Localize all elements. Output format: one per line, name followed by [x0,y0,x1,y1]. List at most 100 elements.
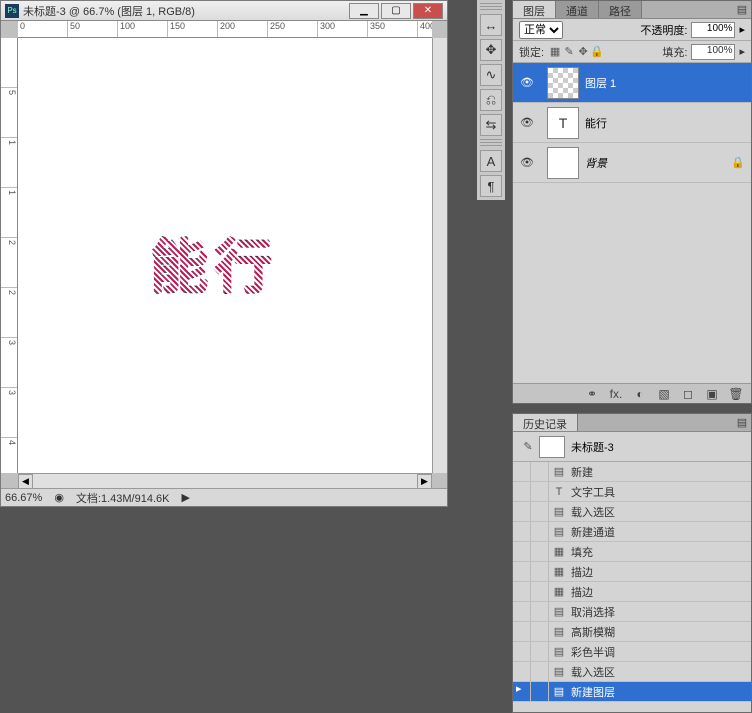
history-mark [513,502,531,521]
layers-footer-button[interactable]: ◻ [679,386,697,402]
layer-name[interactable]: 能行 [585,115,731,131]
fill-input[interactable]: 100% [691,44,735,60]
layers-footer-button[interactable]: ▧ [655,386,673,402]
history-step[interactable]: ▤新建通道 [513,522,751,542]
history-step-col [531,682,549,701]
lock-option-icon[interactable]: ✥ [576,45,590,58]
dock-tool-4[interactable]: ⎌ [480,89,502,111]
canvas[interactable]: 能行 [20,40,430,471]
ruler-horizontal[interactable]: 050100150200250300350400450500550 [18,21,432,38]
dock-tool-7[interactable]: A [480,150,502,172]
history-step[interactable]: ▤彩色半调 [513,642,751,662]
scroll-left-icon[interactable]: ◀ [18,474,33,489]
ruler-tick: 3 [1,338,17,388]
fill-arrow-icon[interactable]: ▸ [739,45,745,58]
lock-option-icon[interactable]: ✎ [562,45,576,58]
titlebar[interactable]: Ps 未标题-3 @ 66.7% (图层 1, RGB/8) ▁ ▢ ✕ [1,1,447,21]
dock-tool-6[interactable] [480,139,502,147]
lock-option-icon[interactable]: ▦ [548,45,562,58]
history-step[interactable]: ▤载入选区 [513,662,751,682]
history-mark [513,662,531,681]
layers-footer-button[interactable]: 🗑 [727,386,745,402]
history-step[interactable]: ▤取消选择 [513,602,751,622]
blend-mode-select[interactable]: 正常 [519,21,563,39]
history-step-icon: ▤ [549,625,569,638]
panel-menu-icon[interactable]: ▤ [733,414,751,431]
tab-layers[interactable]: 图层 [513,1,556,18]
ruler-tick: 200 [218,21,268,37]
history-step-icon: ▤ [549,665,569,678]
scroll-right-icon[interactable]: ▶ [417,474,432,489]
doc-info: 文档:1.43M/914.6K [76,490,170,506]
history-mark [513,482,531,501]
tab-channels[interactable]: 通道 [556,1,599,18]
opacity-input[interactable]: 100% [691,22,735,38]
dock-tool-3[interactable]: ∿ [480,64,502,86]
canvas-area[interactable]: 能行 [18,38,432,473]
visibility-eye-icon[interactable]: 👁 [513,76,541,89]
minimize-button[interactable]: ▁ [349,3,379,19]
layer-row[interactable]: 👁 背景🔒 [513,143,751,183]
history-step-label: 彩色半调 [569,644,751,660]
layers-panel-footer: ⚭ fx. ◐ ▧ ◻ ▣ 🗑 [513,383,751,403]
history-step-col [531,482,549,501]
layer-lock-icon: 🔒 [731,156,751,169]
ruler-vertical[interactable]: 5112233445566 [1,38,18,473]
layer-list: 👁图层 1👁T能行👁背景🔒 [513,63,751,183]
history-step-icon: ▤ [549,525,569,538]
opacity-arrow-icon[interactable]: ▸ [739,23,745,36]
layers-footer-button[interactable]: ◐ [631,386,649,402]
layers-footer-button[interactable]: ▣ [703,386,721,402]
ruler-tick: 5 [1,88,17,138]
dock-tool-8[interactable]: ¶ [480,175,502,197]
history-step[interactable]: ▦描边 [513,582,751,602]
layer-name[interactable]: 背景 [585,155,731,171]
history-step-icon: T [549,486,569,498]
history-step[interactable]: ▦填充 [513,542,751,562]
history-step-icon: ▤ [549,685,569,698]
visibility-eye-icon[interactable]: 👁 [513,156,541,169]
history-mark [513,602,531,621]
snapshot-name: 未标题-3 [571,439,614,455]
dock-tool-5[interactable]: ⇆ [480,114,502,136]
layer-row[interactable]: 👁T能行 [513,103,751,143]
layers-footer-button[interactable]: fx. [607,386,625,402]
maximize-button[interactable]: ▢ [381,3,411,19]
dock-tool-1[interactable]: ↔ [480,14,502,36]
dock-tool-0[interactable] [480,3,502,11]
scrollbar-horizontal[interactable]: ◀ ▶ [18,473,432,488]
history-step-label: 载入选区 [569,664,751,680]
history-step[interactable]: ▤载入选区 [513,502,751,522]
status-arrow-icon[interactable]: ▶ [181,491,189,504]
layer-row[interactable]: 👁 图层 1 [513,63,751,103]
history-step[interactable]: ▤新建 [513,462,751,482]
history-step-label: 载入选区 [569,504,751,520]
layer-name[interactable]: 图层 1 [585,75,731,91]
layers-footer-button[interactable]: ⚭ [583,386,601,402]
history-step[interactable]: ▤新建图层 [513,682,751,702]
history-step-icon: ▤ [549,605,569,618]
history-snapshot[interactable]: ✎ 未标题-3 [513,432,751,462]
layer-thumb [547,67,579,99]
history-step-label: 新建 [569,464,751,480]
ruler-tick: 350 [368,21,418,37]
history-step-col [531,582,549,601]
history-brush-icon[interactable]: ✎ [517,440,539,453]
scrollbar-vertical[interactable] [432,38,447,473]
history-step[interactable]: ▤高斯模糊 [513,622,751,642]
history-mark [513,642,531,661]
tab-history[interactable]: 历史记录 [513,414,578,431]
tab-paths[interactable]: 路径 [599,1,642,18]
ruler-tick: 50 [68,21,118,37]
opacity-label: 不透明度: [640,22,687,38]
close-button[interactable]: ✕ [413,3,443,19]
zoom-level[interactable]: 66.67% [5,492,42,504]
visibility-eye-icon[interactable]: 👁 [513,116,541,129]
history-step[interactable]: ▦描边 [513,562,751,582]
layers-panel: 图层 通道 路径 ▤ 正常 不透明度: 100% ▸ 锁定: ▦✎✥🔒 填充: … [512,0,752,404]
dock-tool-2[interactable]: ✥ [480,39,502,61]
panel-menu-icon[interactable]: ▤ [733,1,751,18]
lock-option-icon[interactable]: 🔒 [590,45,604,58]
history-step[interactable]: T文字工具 [513,482,751,502]
history-mark [513,462,531,481]
